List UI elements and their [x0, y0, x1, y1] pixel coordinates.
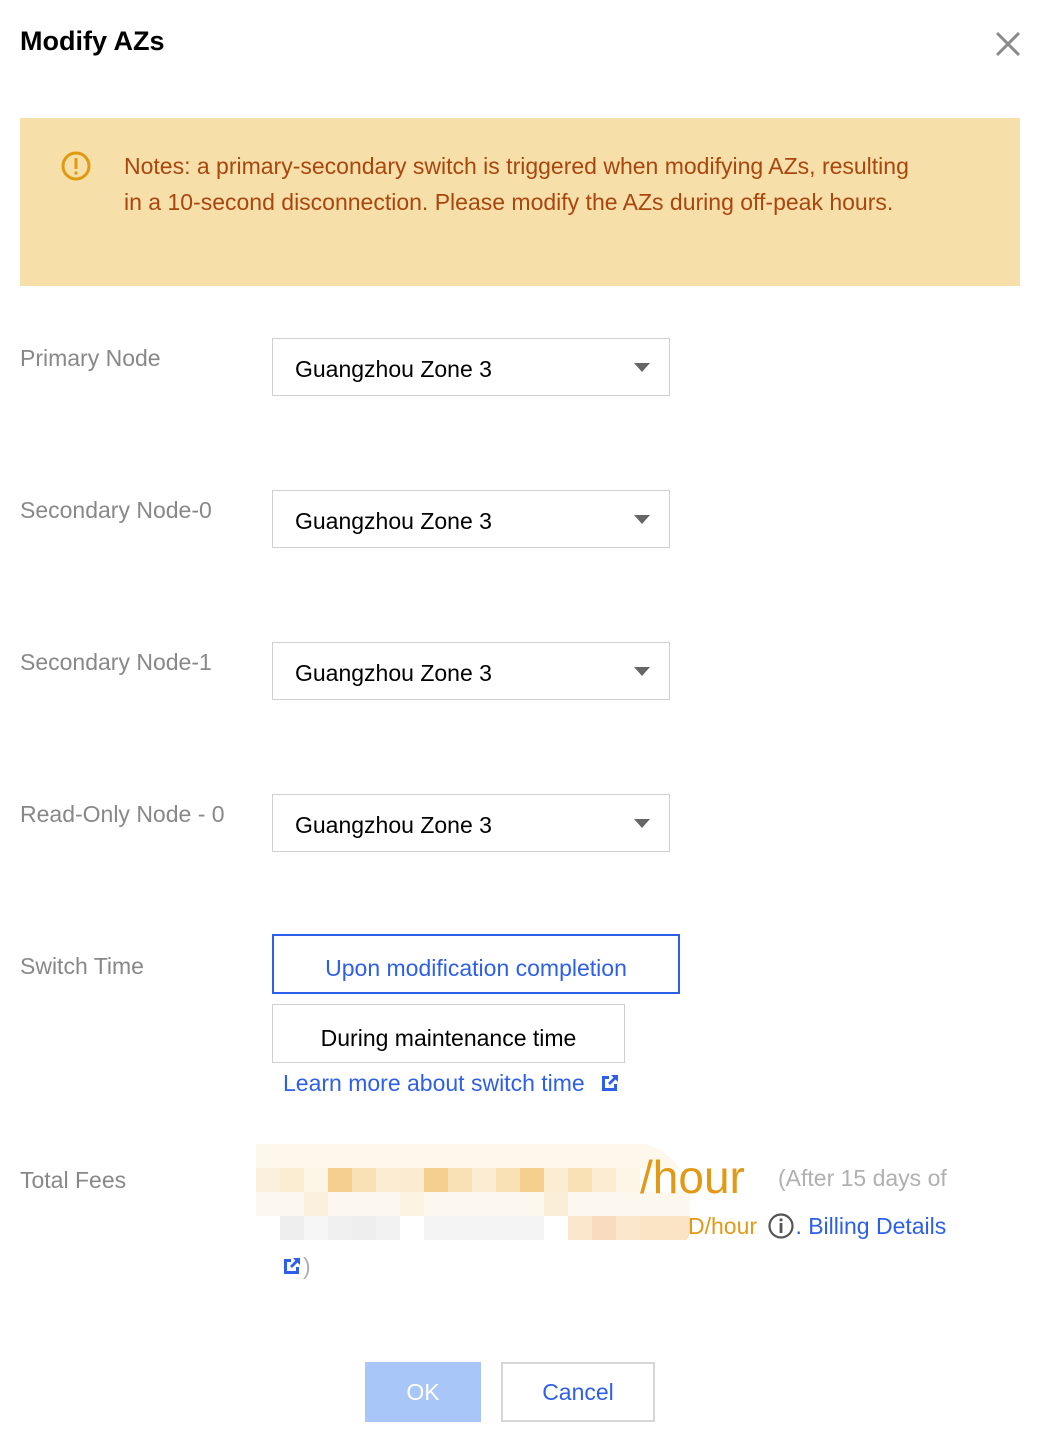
redacted-price-area [256, 1142, 690, 1242]
primary-node-value: Guangzhou Zone 3 [295, 356, 492, 382]
warning-circle-icon [61, 151, 91, 181]
switch-option-maintenance-time[interactable]: During maintenance time [272, 1004, 625, 1063]
read-only-node-0-label: Read-Only Node - 0 [20, 801, 225, 827]
billing-details-link[interactable]: Billing Details [808, 1213, 946, 1239]
total-fees-label: Total Fees [20, 1167, 127, 1193]
notice-text: Notes: a primary-secondary switch is tri… [124, 153, 909, 215]
price-per-hour-after: D/hour [688, 1213, 758, 1239]
learn-more-switch-time-link[interactable]: Learn more about switch time [283, 1070, 585, 1096]
switch-time-label: Switch Time [20, 953, 144, 979]
secondary-node-0-select[interactable]: Guangzhou Zone 3 [272, 490, 670, 548]
chevron-down-icon [634, 363, 650, 372]
switch-option-upon-completion[interactable]: Upon modification completion [272, 934, 680, 994]
primary-node-select[interactable]: Guangzhou Zone 3 [272, 338, 670, 396]
close-paren: ) [303, 1253, 311, 1279]
secondary-node-0-label: Secondary Node-0 [20, 497, 212, 523]
external-link-icon[interactable] [599, 1072, 621, 1094]
read-only-node-0-select[interactable]: Guangzhou Zone 3 [272, 794, 670, 852]
ok-button[interactable]: OK [365, 1362, 481, 1422]
learn-more-link-row[interactable]: Learn more about switch time [283, 1070, 621, 1097]
secondary-node-0-value: Guangzhou Zone 3 [295, 508, 492, 534]
secondary-node-1-value: Guangzhou Zone 3 [295, 660, 492, 686]
chevron-down-icon [634, 819, 650, 828]
read-only-node-0-value: Guangzhou Zone 3 [295, 812, 492, 838]
chevron-down-icon [634, 515, 650, 524]
secondary-node-1-label: Secondary Node-1 [20, 649, 212, 675]
dialog-title: Modify AZs [20, 26, 165, 56]
cancel-button[interactable]: Cancel [501, 1362, 655, 1422]
close-icon[interactable] [990, 26, 1026, 62]
warning-notice: Notes: a primary-secondary switch is tri… [20, 118, 1020, 286]
fee-line2: D/hour . Billing Details [688, 1212, 947, 1240]
price-per-hour: /hour [640, 1151, 745, 1203]
billing-details-ext-row: ) [281, 1253, 311, 1280]
external-link-icon[interactable] [281, 1255, 303, 1277]
secondary-node-1-select[interactable]: Guangzhou Zone 3 [272, 642, 670, 700]
close-button[interactable] [990, 26, 1026, 62]
fee-note-start: (After 15 days of [778, 1165, 947, 1191]
chevron-down-icon [634, 667, 650, 676]
info-icon[interactable] [767, 1212, 795, 1240]
primary-node-label: Primary Node [20, 345, 161, 371]
